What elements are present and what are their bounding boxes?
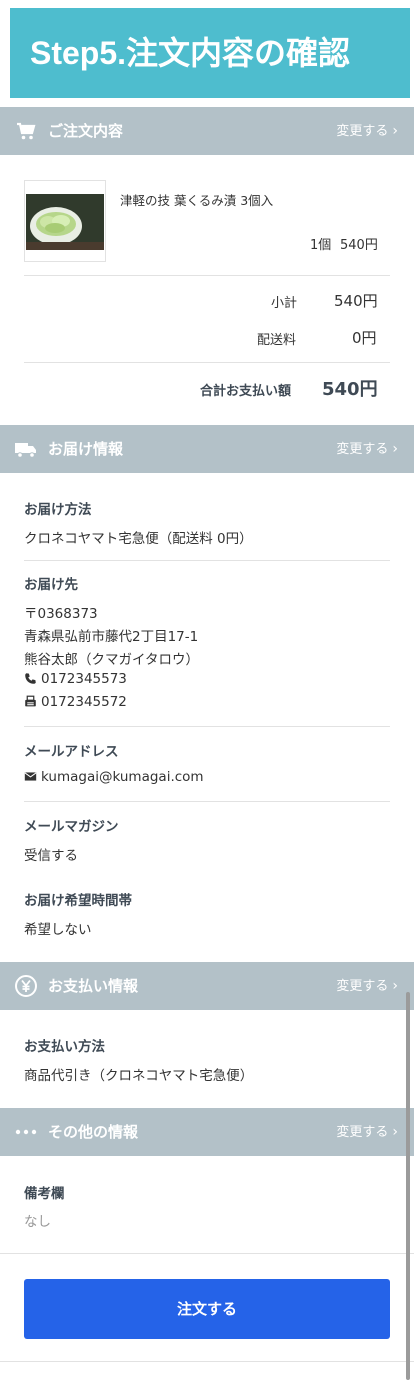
shipping-value: 0円 (352, 329, 377, 347)
section-header-delivery: お届け情報 変更する › (0, 425, 414, 473)
payment-method-value: 商品代引き（クロネコヤマト宅急便） (24, 1068, 254, 1084)
change-payment-label: 変更する (336, 979, 389, 994)
section-title-other: その他の情報 (48, 1123, 139, 1141)
step-banner: Step5.注文内容の確認 (10, 8, 410, 98)
divider (24, 275, 390, 276)
fax-number: 0172345572 (41, 694, 127, 710)
phone-icon (25, 673, 36, 684)
divider (24, 560, 390, 561)
divider (24, 801, 390, 802)
email-value: kumagai@kumagai.com (41, 769, 204, 785)
product-price: 540円 (340, 238, 378, 253)
email-label: メールアドレス (24, 744, 119, 760)
change-other-link[interactable]: 変更する › (336, 1108, 398, 1157)
delivery-method-value: クロネコヤマト宅急便（配送料 0円） (24, 531, 253, 547)
truck-icon (15, 443, 36, 458)
product-image (26, 194, 104, 250)
address: 青森県弘前市藤代2丁目17-1 (24, 629, 199, 645)
divider (24, 726, 390, 727)
product-thumbnail[interactable] (24, 180, 106, 262)
divider (0, 1361, 414, 1362)
section-header-other: その他の情報 変更する › (0, 1108, 414, 1156)
section-title-order: ご注文内容 (48, 122, 124, 140)
total-value: 540円 (322, 379, 378, 400)
note-value: なし (24, 1214, 51, 1230)
chevron-right-icon: › (392, 441, 398, 457)
chevron-right-icon: › (392, 1124, 398, 1140)
more-dots-icon (15, 1129, 37, 1135)
phone-number: 0172345573 (41, 671, 127, 687)
change-delivery-link[interactable]: 変更する › (336, 425, 398, 474)
total-label: 合計お支払い額 (200, 384, 292, 399)
change-payment-link[interactable]: 変更する › (336, 962, 398, 1011)
scrollbar[interactable] (406, 992, 410, 1380)
yen-icon (15, 975, 37, 997)
divider (0, 1253, 414, 1254)
change-other-label: 変更する (336, 1125, 389, 1140)
recipient-name: 熊谷太郎（クマガイタロウ） (24, 652, 199, 668)
product-quantity: 1個 (310, 238, 332, 253)
section-title-payment: お支払い情報 (48, 977, 139, 995)
postal-code: 〒0368373 (24, 606, 98, 622)
change-delivery-label: 変更する (336, 442, 389, 457)
top-area: Step5.注文内容の確認 (0, 0, 414, 104)
chevron-right-icon: › (392, 123, 398, 139)
fax-icon (25, 695, 36, 707)
magazine-value: 受信する (24, 848, 78, 864)
destination-label: お届け先 (24, 577, 78, 593)
chevron-right-icon: › (392, 978, 398, 994)
subtotal-value: 540円 (334, 292, 378, 310)
email-row: kumagai@kumagai.com (24, 769, 204, 785)
shipping-label: 配送料 (257, 333, 297, 348)
delivery-time-value: 希望しない (24, 922, 92, 938)
section-header-order: ご注文内容 変更する › (0, 107, 414, 155)
fax-row: 0172345572 (24, 694, 127, 710)
payment-method-label: お支払い方法 (24, 1039, 105, 1055)
divider (24, 362, 390, 363)
subtotal-label: 小計 (271, 296, 298, 311)
section-title-delivery: お届け情報 (48, 440, 124, 458)
delivery-time-label: お届け希望時間帯 (24, 893, 132, 909)
cart-icon (17, 122, 36, 140)
magazine-label: メールマガジン (24, 819, 119, 835)
mail-icon (24, 772, 37, 781)
delivery-method-label: お届け方法 (24, 502, 92, 518)
place-order-button[interactable]: 注文する (24, 1279, 390, 1339)
note-label: 備考欄 (24, 1186, 65, 1202)
change-order-link[interactable]: 変更する › (336, 107, 398, 156)
phone-row: 0172345573 (24, 671, 127, 687)
change-order-label: 変更する (336, 124, 389, 139)
product-name: 津軽の技 葉くるみ漬 3個入 (120, 193, 274, 208)
section-header-payment: お支払い情報 変更する › (0, 962, 414, 1010)
